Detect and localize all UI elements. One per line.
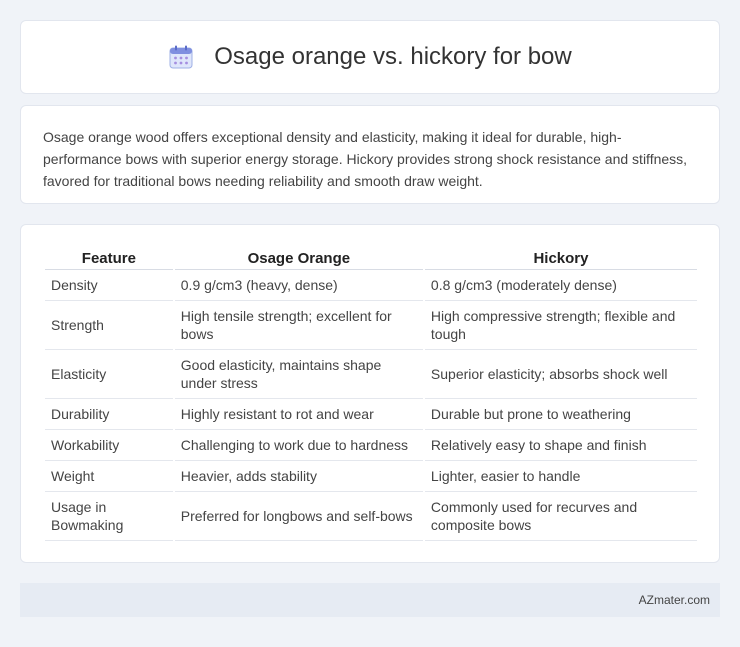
feature-cell: Usage in Bowmaking bbox=[45, 492, 173, 541]
hickory-cell: Superior elasticity; absorbs shock well bbox=[424, 350, 697, 399]
hickory-cell: 0.8 g/cm3 (moderately dense) bbox=[424, 270, 697, 301]
table-row: Workability Challenging to work due to h… bbox=[45, 430, 697, 461]
comparison-table-card: Feature Osage Orange Hickory Density 0.9… bbox=[20, 224, 720, 563]
comparison-table: Feature Osage Orange Hickory Density 0.9… bbox=[43, 245, 699, 541]
osage-cell: Good elasticity, maintains shape under s… bbox=[174, 350, 423, 399]
table-row: Usage in Bowmaking Preferred for longbow… bbox=[45, 492, 697, 541]
table-row: Elasticity Good elasticity, maintains sh… bbox=[45, 350, 697, 399]
header-feature: Feature bbox=[45, 245, 173, 270]
table-row: Weight Heavier, adds stability Lighter, … bbox=[45, 461, 697, 492]
hickory-cell: High compressive strength; flexible and … bbox=[424, 301, 697, 350]
hickory-cell: Durable but prone to weathering bbox=[424, 399, 697, 430]
feature-cell: Elasticity bbox=[45, 350, 173, 399]
osage-cell: Highly resistant to rot and wear bbox=[174, 399, 423, 430]
feature-cell: Durability bbox=[45, 399, 173, 430]
table-header-row: Feature Osage Orange Hickory bbox=[45, 245, 697, 270]
osage-cell: High tensile strength; excellent for bow… bbox=[174, 301, 423, 350]
table-row: Density 0.9 g/cm3 (heavy, dense) 0.8 g/c… bbox=[45, 270, 697, 301]
calendar-icon bbox=[168, 44, 194, 70]
hickory-cell: Lighter, easier to handle bbox=[424, 461, 697, 492]
header-osage-orange: Osage Orange bbox=[174, 245, 423, 270]
hickory-cell: Commonly used for recurves and composite… bbox=[424, 492, 697, 541]
feature-cell: Workability bbox=[45, 430, 173, 461]
summary-text: Osage orange wood offers exceptional den… bbox=[43, 129, 688, 189]
hickory-cell: Relatively easy to shape and finish bbox=[424, 430, 697, 461]
table-row: Strength High tensile strength; excellen… bbox=[45, 301, 697, 350]
summary-card: Osage orange wood offers exceptional den… bbox=[20, 105, 720, 204]
page-title: Osage orange vs. hickory for bow bbox=[214, 43, 572, 70]
title-card: Osage orange vs. hickory for bow bbox=[20, 20, 720, 94]
footer: AZmater.com bbox=[20, 583, 720, 617]
header-hickory: Hickory bbox=[424, 245, 697, 270]
feature-cell: Density bbox=[45, 270, 173, 301]
osage-cell: Preferred for longbows and self-bows bbox=[174, 492, 423, 541]
osage-cell: Challenging to work due to hardness bbox=[174, 430, 423, 461]
osage-cell: Heavier, adds stability bbox=[174, 461, 423, 492]
feature-cell: Weight bbox=[45, 461, 173, 492]
footer-brand: AZmater.com bbox=[638, 593, 710, 607]
feature-cell: Strength bbox=[45, 301, 173, 350]
table-row: Durability Highly resistant to rot and w… bbox=[45, 399, 697, 430]
osage-cell: 0.9 g/cm3 (heavy, dense) bbox=[174, 270, 423, 301]
